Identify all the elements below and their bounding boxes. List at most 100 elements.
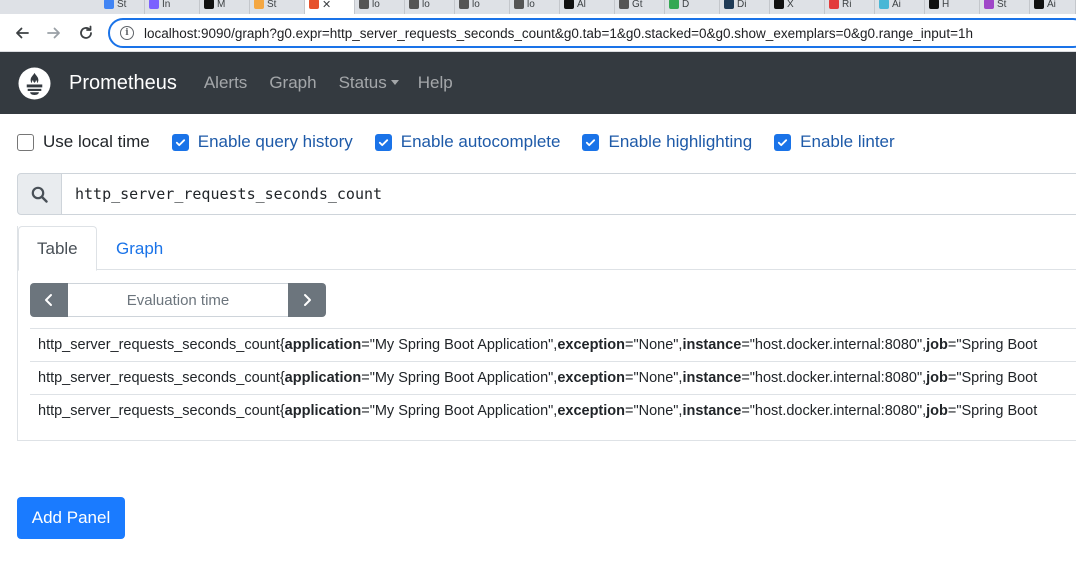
tab-favicon-icon	[774, 0, 784, 9]
close-tab-icon[interactable]: ✕	[322, 0, 331, 11]
browser-tab[interactable]: Di	[720, 0, 770, 14]
address-bar[interactable]: i localhost:9090/graph?g0.expr=http_serv…	[108, 18, 1076, 48]
label-equals: =	[947, 370, 957, 386]
browser-tab[interactable]: St	[100, 0, 145, 14]
tab-title: lo	[372, 0, 380, 10]
tab-favicon-icon	[514, 0, 524, 9]
query-history-label[interactable]: Enable query history	[198, 132, 353, 152]
browser-tab[interactable]: D	[665, 0, 720, 14]
chevron-left-icon	[45, 294, 52, 306]
browser-tab[interactable]: Ri	[825, 0, 875, 14]
tab-favicon-icon	[879, 0, 889, 9]
browser-tab[interactable]: Al	[560, 0, 615, 14]
browser-tab[interactable]: Gt	[615, 0, 665, 14]
tab-favicon-icon	[564, 0, 574, 9]
tab-favicon-icon	[254, 0, 264, 9]
tab-favicon-icon	[829, 0, 839, 9]
browser-tab[interactable]: St	[980, 0, 1030, 14]
browser-tab[interactable]: M	[200, 0, 250, 14]
label-key: job	[926, 370, 948, 386]
browser-tab[interactable]: Ai	[875, 0, 925, 14]
back-button[interactable]	[11, 22, 33, 44]
evaluation-time-group: Evaluation time	[30, 283, 326, 317]
browser-tab[interactable]: In	[145, 0, 200, 14]
browser-tab[interactable]: H	[925, 0, 980, 14]
expression-input[interactable]: http_server_requests_seconds_count	[62, 173, 1076, 215]
label-key: instance	[682, 337, 742, 353]
reload-button[interactable]	[75, 22, 97, 44]
tab-title: Ai	[1047, 0, 1056, 10]
label-value: "Spring Boot	[956, 403, 1038, 419]
label-key: job	[926, 337, 948, 353]
tab-title: Ai	[892, 0, 901, 10]
eval-time-back-button[interactable]	[30, 283, 68, 317]
tab-title: Al	[577, 0, 586, 10]
nav-help[interactable]: Help	[418, 73, 453, 93]
highlighting-checkbox[interactable]	[582, 133, 600, 151]
check-icon	[586, 138, 596, 146]
tab-title: Di	[737, 0, 747, 10]
tab-title: St	[117, 0, 127, 10]
browser-tab[interactable]: St	[250, 0, 305, 14]
metric-name: http_server_requests_seconds_count{	[38, 337, 285, 353]
label-value: "None",	[633, 403, 683, 419]
use-local-time-label[interactable]: Use local time	[43, 132, 150, 152]
caret-down-icon	[390, 80, 399, 85]
eval-time-forward-button[interactable]	[288, 283, 326, 317]
nav-alerts[interactable]: Alerts	[204, 73, 247, 93]
tab-table[interactable]: Table	[18, 226, 97, 271]
tab-title: lo	[422, 0, 430, 10]
browser-tab-strip: St In M St ✕ lo lo lo lo Al Gt D Di X Ri Ai H St Ai	[0, 0, 1076, 14]
panel-tabs: Table Graph	[18, 226, 1076, 271]
table-row: http_server_requests_seconds_count{appli…	[30, 328, 1076, 361]
nav-status-dropdown[interactable]: Status	[339, 73, 399, 93]
browser-tab[interactable]: lo	[405, 0, 455, 14]
forward-arrow-icon	[47, 27, 60, 39]
label-value: "My Spring Boot Application",	[369, 403, 558, 419]
tab-title: St	[267, 0, 277, 10]
autocomplete-option[interactable]: Enable autocomplete	[374, 132, 561, 152]
prometheus-logo-icon[interactable]	[18, 66, 51, 100]
highlighting-option[interactable]: Enable highlighting	[582, 132, 752, 152]
autocomplete-label[interactable]: Enable autocomplete	[401, 132, 561, 152]
browser-tab[interactable]: lo	[355, 0, 405, 14]
browser-tab[interactable]: X	[770, 0, 825, 14]
add-panel-button[interactable]: Add Panel	[17, 497, 125, 539]
browser-tab[interactable]: Ai	[1030, 0, 1076, 14]
forward-button[interactable]	[43, 22, 65, 44]
tab-title: H	[942, 0, 950, 10]
brand-title[interactable]: Prometheus	[69, 72, 177, 95]
label-key: application	[284, 403, 362, 419]
back-arrow-icon	[16, 27, 29, 39]
expression-input-group: http_server_requests_seconds_count	[17, 173, 1076, 215]
tab-graph[interactable]: Graph	[98, 226, 181, 271]
browser-tab[interactable]: lo	[510, 0, 560, 14]
query-history-checkbox[interactable]	[171, 133, 189, 151]
nav-graph[interactable]: Graph	[269, 73, 316, 93]
tab-favicon-icon	[309, 0, 319, 9]
browser-tab[interactable]: lo	[455, 0, 510, 14]
highlighting-label[interactable]: Enable highlighting	[608, 132, 752, 152]
site-info-icon[interactable]: i	[120, 26, 134, 40]
label-equals: =	[361, 403, 370, 419]
evaluation-time-input[interactable]: Evaluation time	[68, 283, 288, 317]
query-history-option[interactable]: Enable query history	[171, 132, 353, 152]
browser-tab[interactable]: ✕	[305, 0, 355, 14]
tab-favicon-icon	[409, 0, 419, 9]
tab-title: lo	[527, 0, 535, 10]
browser-toolbar: i localhost:9090/graph?g0.expr=http_serv…	[0, 14, 1076, 52]
table-row: http_server_requests_seconds_count{appli…	[30, 394, 1076, 427]
reload-icon	[80, 25, 92, 39]
use-local-time-checkbox[interactable]	[17, 133, 34, 151]
linter-option[interactable]: Enable linter	[774, 132, 895, 152]
tab-favicon-icon	[669, 0, 679, 9]
check-icon	[778, 138, 788, 146]
label-equals: =	[361, 370, 370, 386]
linter-label[interactable]: Enable linter	[800, 132, 895, 152]
linter-checkbox[interactable]	[774, 133, 792, 151]
tab-favicon-icon	[104, 0, 114, 9]
use-local-time-option[interactable]: Use local time	[17, 132, 150, 152]
label-key: instance	[682, 370, 742, 386]
autocomplete-checkbox[interactable]	[374, 133, 392, 151]
chevron-right-icon	[304, 294, 311, 306]
